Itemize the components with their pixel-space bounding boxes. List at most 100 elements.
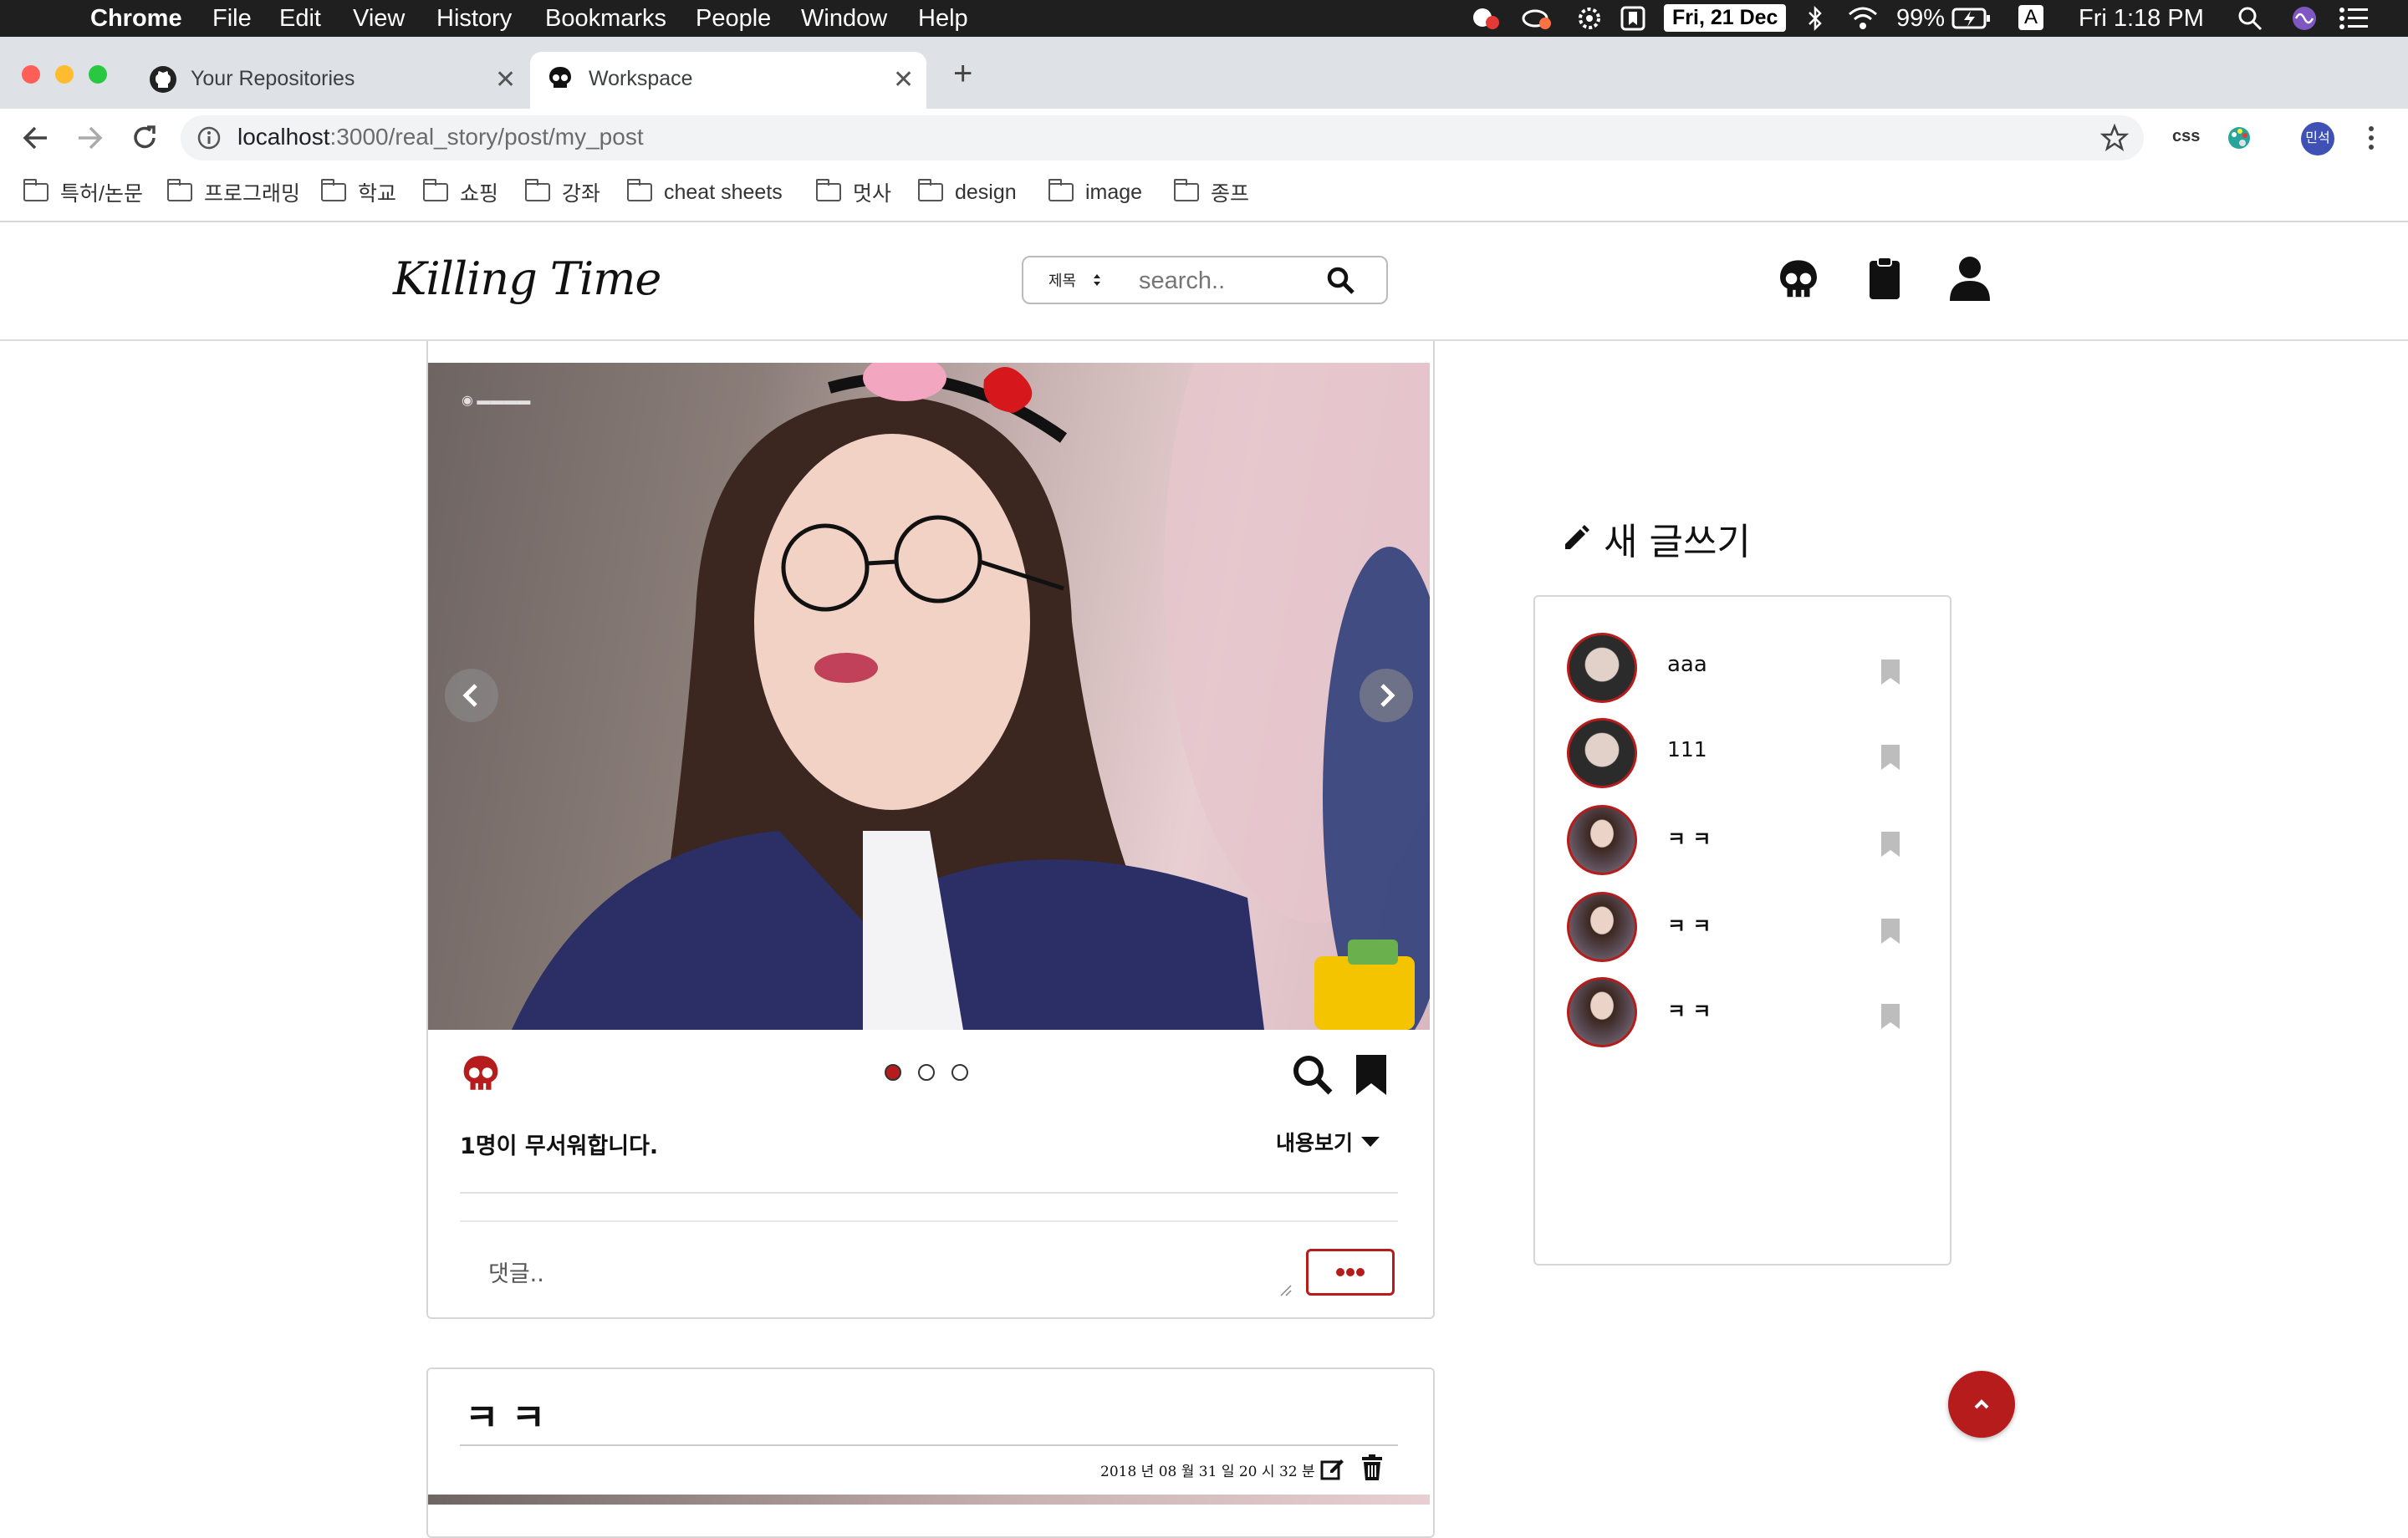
carousel-next-button[interactable]: [1360, 669, 1413, 722]
window-close-button[interactable]: [22, 65, 40, 84]
spotlight-search-icon[interactable]: [2237, 6, 2263, 38]
carousel-indicator-2[interactable]: [918, 1064, 935, 1081]
bookmark-folder-capstone[interactable]: 종프: [1174, 176, 1249, 209]
select-arrows-icon: [1094, 274, 1101, 286]
tab-your-repositories[interactable]: Your Repositories ✕: [134, 52, 528, 109]
date-badge[interactable]: Fri, 21 Dec: [1664, 4, 1787, 32]
input-source[interactable]: A: [2018, 5, 2043, 30]
post-thumbnail-avatar[interactable]: [1567, 977, 1637, 1047]
notification-center-icon[interactable]: [2339, 8, 2368, 36]
url-text[interactable]: localhost:3000/real_story/post/my_post: [237, 124, 644, 150]
menu-help[interactable]: Help: [918, 5, 968, 33]
caret-down-icon: [1361, 1137, 1380, 1147]
list-item-title[interactable]: ㅋ ㅋ: [1667, 995, 1712, 1024]
menu-people[interactable]: People: [696, 5, 771, 33]
post-thumbnail-avatar[interactable]: [1567, 892, 1637, 962]
skull-nav-icon[interactable]: [1776, 257, 1821, 307]
gear-status-icon[interactable]: [1577, 6, 1602, 38]
trash-icon[interactable]: [1361, 1454, 1383, 1485]
menu-view[interactable]: View: [353, 5, 405, 33]
site-logo[interactable]: Killing Time: [393, 252, 661, 305]
new-post-button[interactable]: 새 글쓰기: [1560, 512, 1751, 565]
wifi-icon[interactable]: [1846, 6, 1880, 38]
folder-icon: [1174, 179, 1199, 201]
bookmark-label: 쇼핑: [460, 182, 499, 206]
post-date: 2018 년 08 월 31 일 20 시 32 분: [1100, 1464, 1315, 1480]
search-icon[interactable]: [1326, 266, 1356, 296]
window-zoom-button[interactable]: [89, 65, 107, 84]
carousel-prev-button[interactable]: [445, 669, 498, 722]
bookmark-status-icon[interactable]: [1620, 6, 1645, 38]
list-item-title[interactable]: ㅋ ㅋ: [1667, 909, 1712, 939]
bookmark-folder-cheat-sheets[interactable]: cheat sheets: [627, 176, 783, 209]
search-zoom-icon[interactable]: [1291, 1053, 1334, 1101]
menu-edit[interactable]: Edit: [279, 5, 321, 33]
folder-icon: [816, 179, 841, 201]
bookmark-save-icon[interactable]: [1353, 1053, 1390, 1101]
bookmark-folder-shopping[interactable]: 쇼핑: [423, 176, 498, 209]
carousel-indicator-1[interactable]: [885, 1064, 901, 1081]
url-path: :3000/real_story/post/my_post: [329, 124, 644, 150]
profile-avatar[interactable]: 민석: [2301, 122, 2334, 155]
menu-history[interactable]: History: [436, 5, 512, 33]
menu-file[interactable]: File: [212, 5, 252, 33]
list-item-title[interactable]: ㅋ ㅋ: [1667, 822, 1712, 852]
tab-close-icon[interactable]: ✕: [893, 65, 914, 94]
bookmark-icon[interactable]: [1880, 918, 1901, 945]
search-field-select[interactable]: 제목: [1048, 269, 1103, 291]
bluetooth-icon[interactable]: [1806, 5, 1824, 38]
list-item-title[interactable]: 111: [1667, 737, 1707, 761]
post-thumbnail-avatar[interactable]: [1567, 633, 1637, 703]
post-photo: ◉ ▬▬▬▬: [462, 363, 1430, 1030]
bookmark-folder-school[interactable]: 학교: [321, 176, 396, 209]
back-icon[interactable]: [20, 124, 50, 156]
palette-extension-icon[interactable]: [2226, 125, 2252, 155]
resize-handle-icon[interactable]: [1279, 1284, 1293, 1297]
divider: [460, 1444, 1398, 1446]
tab-workspace[interactable]: Workspace ✕: [530, 52, 926, 109]
bookmark-icon[interactable]: [1880, 1003, 1901, 1030]
tab-title: Workspace: [589, 67, 693, 90]
reload-icon[interactable]: [130, 124, 159, 156]
forward-icon[interactable]: [75, 124, 105, 156]
view-content-toggle[interactable]: 내용보기: [1276, 1127, 1381, 1157]
user-icon[interactable]: [1948, 256, 1992, 305]
post-thumbnail-avatar[interactable]: [1567, 718, 1637, 788]
comment-submit-button[interactable]: [1306, 1249, 1395, 1296]
battery-icon[interactable]: [1951, 7, 1992, 37]
css-extension-icon[interactable]: css: [2172, 127, 2200, 146]
bookmark-icon[interactable]: [1880, 831, 1901, 858]
bookmark-folder-courses[interactable]: 강좌: [525, 176, 600, 209]
site-info-icon[interactable]: [197, 126, 221, 154]
menu-app-name[interactable]: Chrome: [90, 5, 182, 33]
cloud-sync-icon[interactable]: [1520, 6, 1553, 38]
skull-like-icon[interactable]: [460, 1053, 502, 1099]
list-item-title[interactable]: aaa: [1667, 652, 1707, 677]
new-tab-icon[interactable]: +: [953, 57, 972, 90]
menu-bookmarks[interactable]: Bookmarks: [545, 5, 666, 33]
clipboard-icon[interactable]: [1868, 256, 1901, 305]
siri-icon[interactable]: [2291, 5, 2318, 38]
bookmark-folder-programming[interactable]: 프로그래밍: [167, 176, 300, 209]
notification-icon[interactable]: [1470, 6, 1500, 38]
scroll-to-top-button[interactable]: [1948, 1371, 2015, 1438]
comment-input[interactable]: 댓글..: [460, 1227, 1301, 1297]
bookmark-folder-image[interactable]: image: [1048, 176, 1142, 209]
window-minimize-button[interactable]: [55, 65, 74, 84]
bookmark-icon[interactable]: [1880, 659, 1901, 685]
clock[interactable]: Fri 1:18 PM: [2079, 5, 2204, 33]
tab-close-icon[interactable]: ✕: [495, 65, 516, 94]
post-image-carousel[interactable]: ◉ ▬▬▬▬: [428, 363, 1430, 1030]
edit-icon[interactable]: [1319, 1456, 1344, 1485]
bookmark-icon[interactable]: [1880, 744, 1901, 771]
carousel-indicator-3[interactable]: [951, 1064, 968, 1081]
post-thumbnail-avatar[interactable]: [1567, 805, 1637, 875]
menu-window[interactable]: Window: [801, 5, 887, 33]
bookmark-folder-patents[interactable]: 특허/논문: [23, 176, 143, 209]
bookmark-folder-design[interactable]: design: [918, 176, 1017, 209]
chrome-menu-icon[interactable]: [2366, 124, 2376, 156]
bookmark-folder-likelion[interactable]: 멋사: [816, 176, 891, 209]
bookmark-star-icon[interactable]: [2099, 123, 2130, 156]
battery-percent: 99%: [1896, 5, 1946, 32]
search-input[interactable]: [1137, 262, 1308, 299]
